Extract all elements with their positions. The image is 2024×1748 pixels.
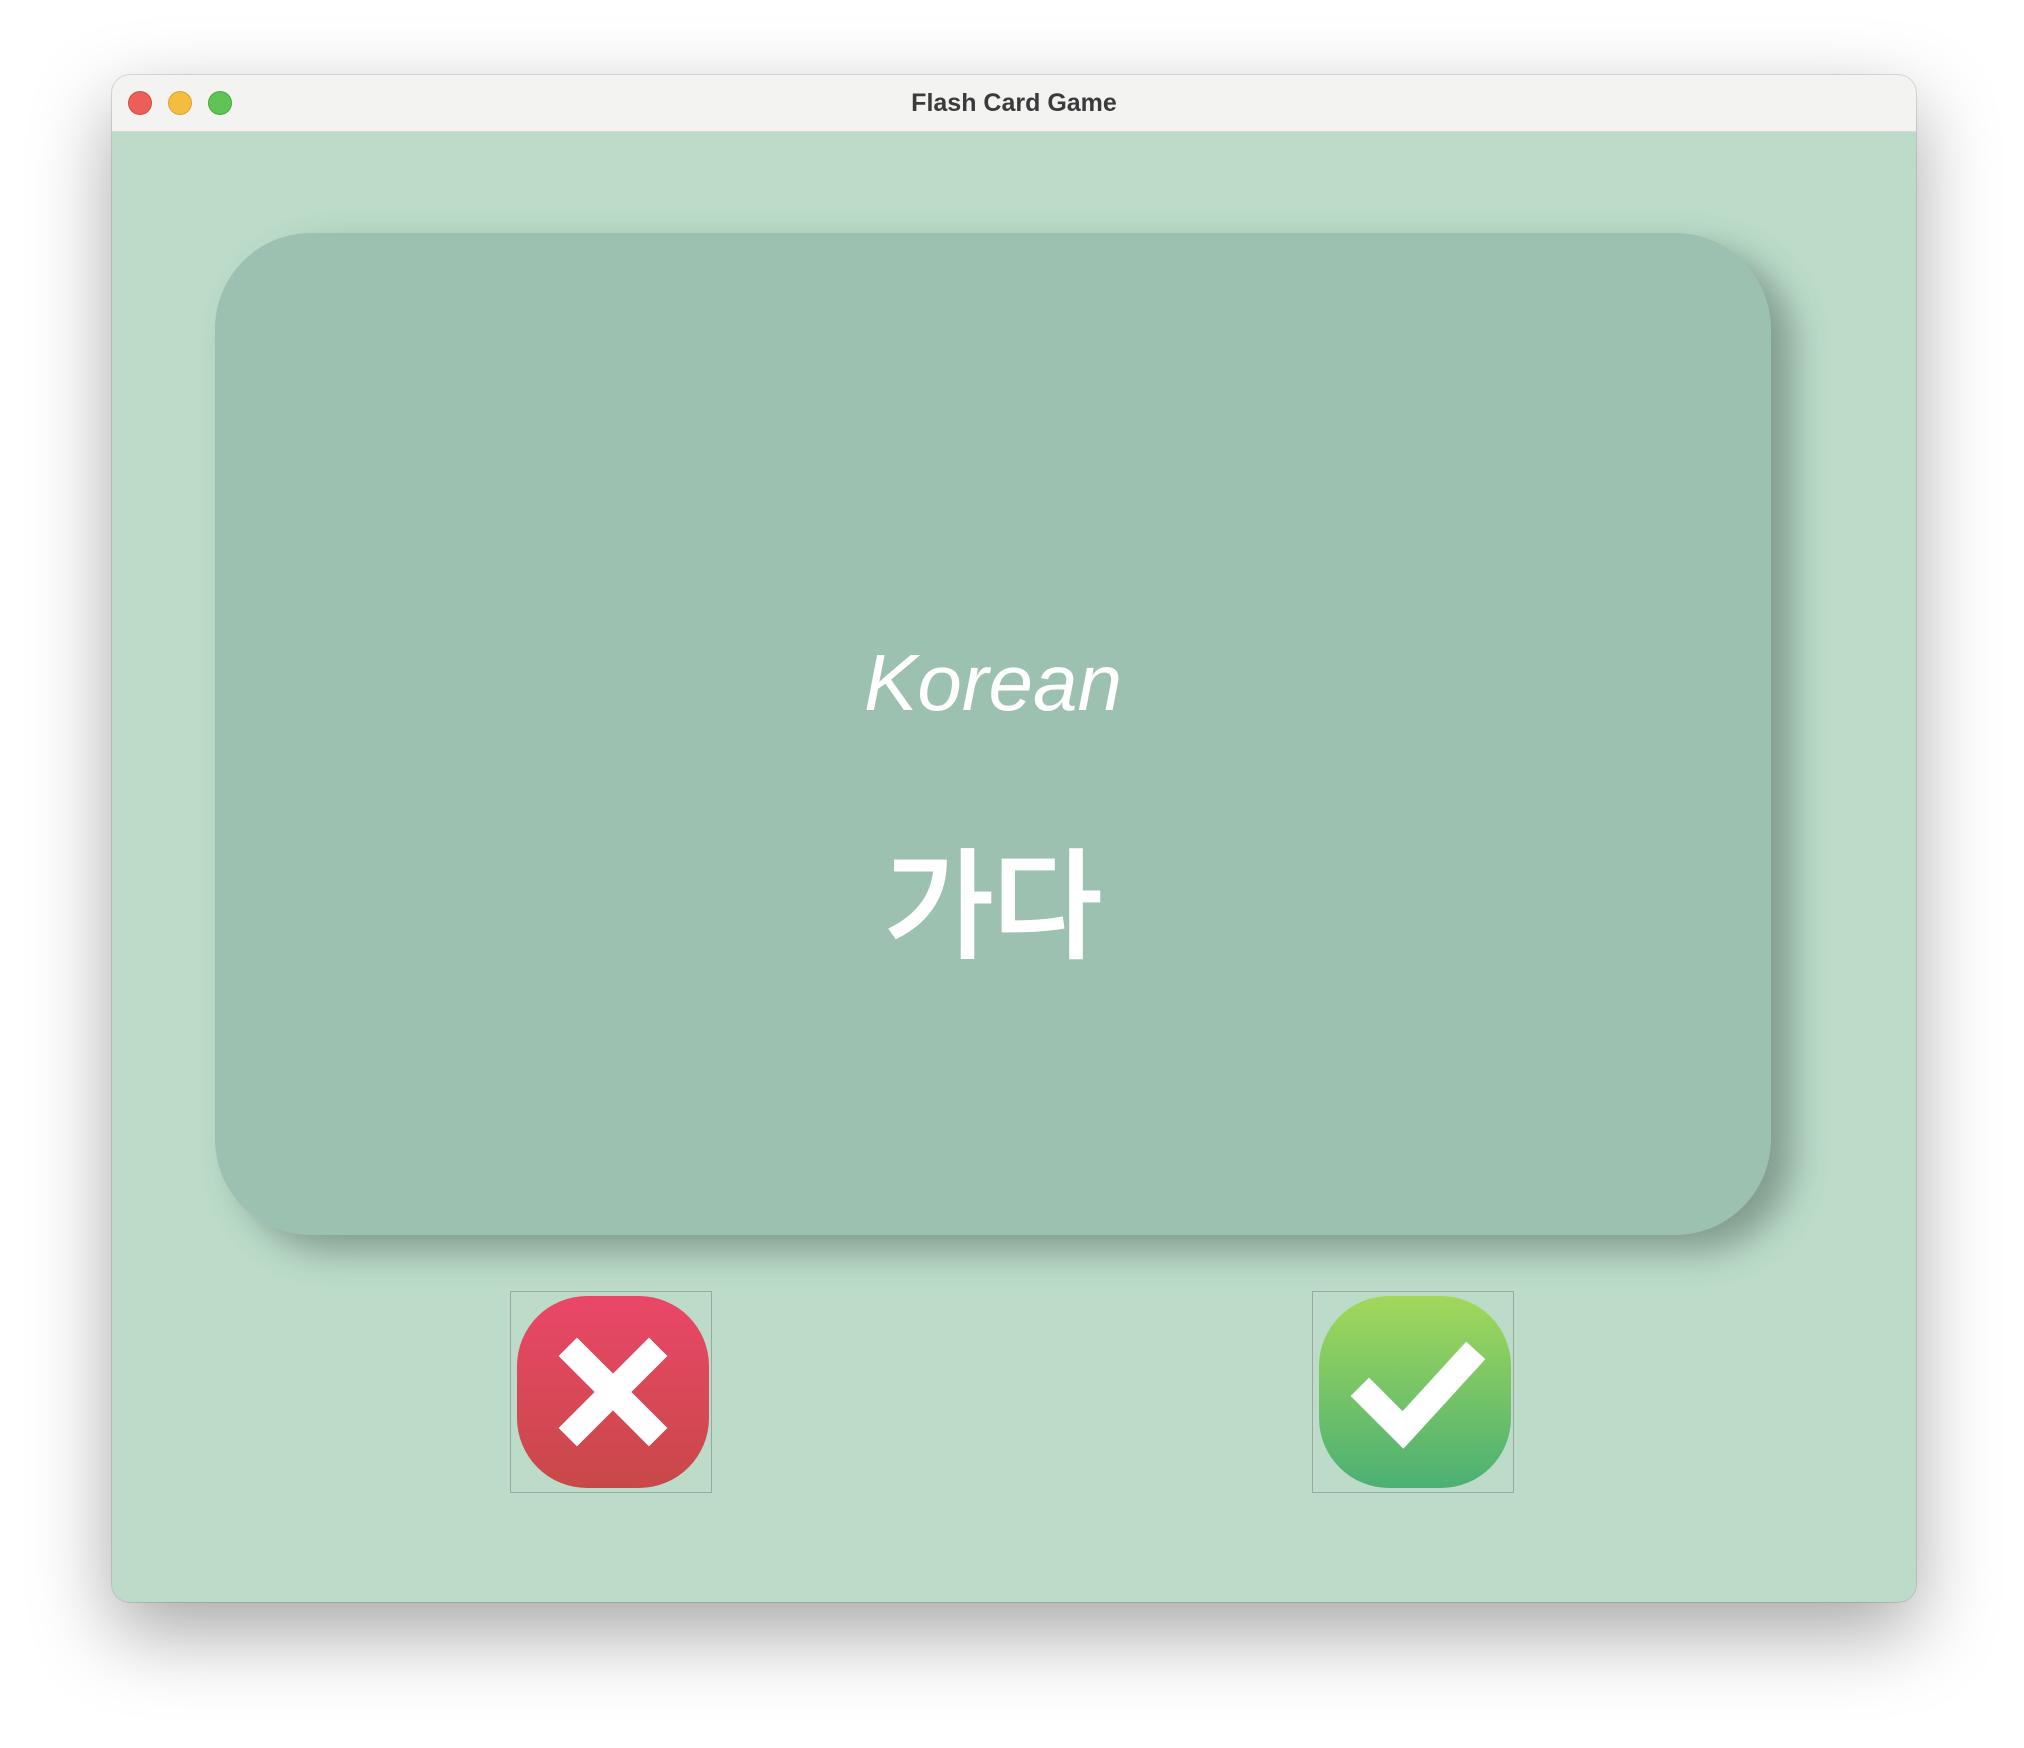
- card-language-label: Korean: [864, 638, 1122, 727]
- x-mark-shape: [558, 1337, 668, 1447]
- app-window: Flash Card Game Korean 가다: [112, 75, 1916, 1602]
- card-word: 가다: [884, 838, 1102, 976]
- flash-card[interactable]: Korean 가다: [215, 233, 1771, 1235]
- checkmark-shape: [1350, 1341, 1486, 1449]
- checkmark-icon: [1319, 1296, 1511, 1488]
- wrong-answer-button[interactable]: [510, 1291, 712, 1493]
- title-bar: Flash Card Game: [112, 75, 1916, 132]
- correct-answer-button[interactable]: [1312, 1291, 1514, 1493]
- x-mark-icon: [517, 1296, 709, 1488]
- window-title: Flash Card Game: [911, 89, 1117, 117]
